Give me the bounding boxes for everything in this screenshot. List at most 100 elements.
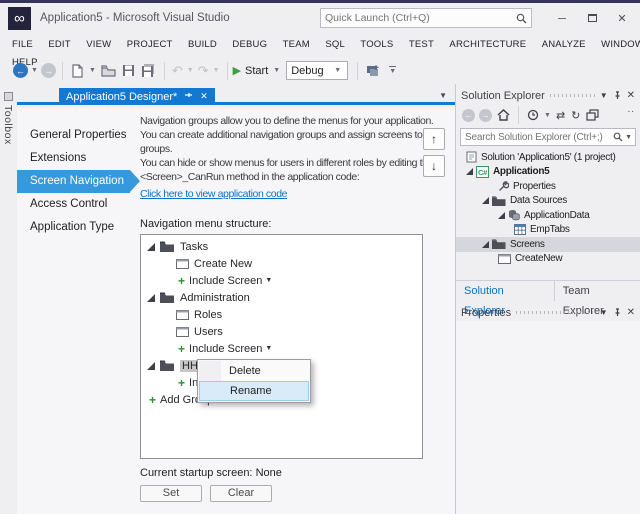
menu-team[interactable]: TEAM [279,39,314,50]
node-application-data[interactable]: ApplicationData [456,208,640,223]
solution-explorer-header[interactable]: Solution Explorer ▼ ✕ [456,87,640,104]
undo-icon[interactable]: ↶ [172,63,183,79]
pin-icon[interactable] [184,92,193,101]
menu-build[interactable]: BUILD [184,39,221,50]
clear-button[interactable]: Clear [210,485,272,502]
navigate-back-button[interactable]: ← [13,63,28,78]
show-all-files-icon[interactable] [586,109,599,121]
tab-solution-explorer[interactable]: Solution Explorer [456,281,554,317]
save-icon[interactable] [122,64,135,77]
se-forward-button[interactable]: → [479,108,492,122]
menu-edit[interactable]: EDIT [44,39,74,50]
expander-icon[interactable] [147,242,155,251]
node-properties[interactable]: Properties [456,179,640,194]
close-tab-icon[interactable]: ✕ [200,91,208,102]
maximize-button[interactable] [584,13,600,25]
tree-include-screen-administration[interactable]: + Include Screen ▼ [141,340,422,357]
combo-caret-icon[interactable]: ▼ [334,67,341,74]
search-icon[interactable] [613,132,623,142]
tab-list-caret-icon[interactable]: ▼ [439,91,447,100]
quick-launch-input[interactable] [321,12,516,24]
nav-general-properties[interactable]: General Properties [17,124,130,147]
home-icon[interactable] [497,109,510,121]
redo-icon[interactable]: ↷ [198,63,209,79]
tab-application5-designer[interactable]: Application5 Designer* ✕ [59,88,215,105]
back-dropdown-caret-icon[interactable]: ▼ [31,67,38,74]
navigation-tree[interactable]: Tasks Create New + Include Screen ▼ Admi… [140,234,423,459]
tree-screen-create-new[interactable]: Create New [141,255,422,272]
menu-debug[interactable]: DEBUG [228,39,271,50]
nav-extensions[interactable]: Extensions [17,147,130,170]
tab-team-explorer[interactable]: Team Explorer [553,280,640,317]
menu-architecture[interactable]: ARCHITECTURE [445,39,530,50]
menu-analyze[interactable]: ANALYZE [538,39,590,50]
undo-dropdown-caret-icon[interactable]: ▼ [187,67,194,74]
navigate-forward-button[interactable]: → [40,63,56,78]
set-button[interactable]: Set [140,485,202,502]
expander-icon[interactable] [498,211,505,219]
minimize-button[interactable]: ─ [554,13,570,25]
tree-screen-users[interactable]: Users [141,323,422,340]
pin-icon[interactable] [613,308,622,317]
expander-icon[interactable] [147,293,155,302]
include-caret-icon[interactable]: ▼ [265,277,272,284]
start-dropdown-caret-icon[interactable]: ▼ [273,67,280,74]
pin-icon[interactable] [613,91,622,100]
pending-changes-filter-icon[interactable] [527,109,539,121]
search-options-caret-icon[interactable]: ▼ [625,134,632,141]
window-position-caret-icon[interactable]: ▼ [600,91,608,100]
open-file-icon[interactable] [101,64,116,77]
quick-launch-box[interactable] [320,8,532,28]
context-menu-rename[interactable]: Rename [199,381,309,401]
tree-group-administration[interactable]: Administration [141,289,422,306]
window-position-caret-icon[interactable]: ▼ [600,308,608,317]
expander-icon[interactable] [466,168,473,176]
se-search-input[interactable] [461,131,614,143]
sync-with-active-document-icon[interactable]: ⇄ [556,109,565,122]
close-button[interactable]: ✕ [614,12,630,25]
panel-drag-texture[interactable] [516,311,595,314]
menu-tools[interactable]: TOOLS [356,39,397,50]
move-down-button[interactable]: ↓ [423,155,445,177]
find-in-files-icon[interactable] [366,64,380,77]
menu-sql[interactable]: SQL [321,39,349,50]
new-item-icon[interactable] [71,63,84,78]
close-icon[interactable]: ✕ [627,307,635,318]
solution-explorer-search[interactable]: ▼ [460,128,636,146]
start-button[interactable]: Start [245,65,268,77]
menu-file[interactable]: FILE [8,39,37,50]
menu-window[interactable]: WINDOW [597,39,640,50]
view-application-code-link[interactable]: Click here to view application code [140,187,287,201]
tree-group-tasks[interactable]: Tasks [141,238,422,255]
move-up-button[interactable]: ↑ [423,128,445,150]
panel-drag-texture[interactable] [549,94,595,97]
redo-dropdown-caret-icon[interactable]: ▼ [213,67,220,74]
start-debug-icon[interactable]: ▶ [233,64,241,77]
se-back-button[interactable]: ← [462,108,475,122]
nav-application-type[interactable]: Application Type [17,216,130,239]
solution-configurations-combo[interactable]: Debug ▼ [286,61,349,80]
toolbox-tab[interactable]: Toolbox [2,92,14,145]
nav-screen-navigation[interactable]: Screen Navigation [17,170,140,193]
close-icon[interactable]: ✕ [627,90,635,101]
expander-icon[interactable] [147,361,155,370]
search-icon[interactable] [516,13,527,24]
nav-access-control[interactable]: Access Control [17,193,130,216]
toolbar-overflow-icon[interactable]: .. [627,104,635,115]
node-solution[interactable]: Solution 'Application5' (1 project) [456,150,640,165]
node-create-new[interactable]: CreateNew [456,252,640,267]
tree-include-screen-tasks[interactable]: + Include Screen ▼ [141,272,422,289]
menu-view[interactable]: VIEW [82,39,115,50]
node-project-application5[interactable]: C# Application5 [456,165,640,180]
refresh-icon[interactable]: ↻ [571,109,580,122]
properties-panel-header[interactable]: Properties ▼ ✕ [456,304,640,321]
context-menu-delete[interactable]: Delete [199,361,309,381]
node-screens[interactable]: Screens [456,237,640,252]
menu-project[interactable]: PROJECT [123,39,177,50]
include-caret-icon[interactable]: ▼ [265,345,272,352]
expander-icon[interactable] [482,240,489,248]
node-data-sources[interactable]: Data Sources [456,194,640,209]
filter-caret-icon[interactable]: ▼ [544,112,551,119]
new-item-dropdown-caret-icon[interactable]: ▼ [89,67,96,74]
tree-screen-roles[interactable]: Roles [141,306,422,323]
